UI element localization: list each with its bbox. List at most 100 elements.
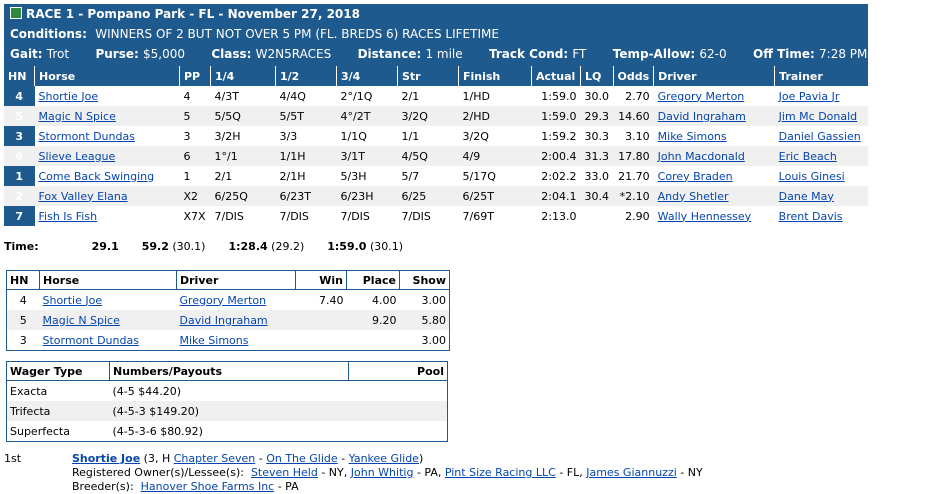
cell-pp: X7X <box>183 209 206 223</box>
pay-cell-place <box>347 330 400 351</box>
horse-link[interactable]: Come Back Swinging <box>39 170 155 183</box>
driver-link[interactable]: Gregory Merton <box>658 90 745 103</box>
horse-link[interactable]: Magic N Spice <box>39 110 116 123</box>
cell-odds: 21.70 <box>618 169 650 183</box>
dam-link[interactable]: On The Glide <box>266 452 337 465</box>
cell-q1: 6/25Q <box>210 186 276 206</box>
cell-q1: 3/2H <box>214 129 241 143</box>
winner-horse-link[interactable]: Shortie Joe <box>72 452 140 465</box>
cell-odds: 2.70 <box>625 89 650 103</box>
horse-link[interactable]: Shortie Joe <box>39 90 99 103</box>
results-row: 7 Fish Is Fish X7X 7/DIS 7/DIS 7/DIS 7/DIS 7/69… <box>4 206 868 226</box>
owner-link[interactable]: Steven Held <box>251 466 318 479</box>
cell-horse: Magic N Spice <box>34 106 180 126</box>
cell-q3: 5/3H <box>340 169 367 183</box>
trainer-link[interactable]: Louis Ginesi <box>779 170 845 183</box>
horse-link[interactable]: Shortie Joe <box>43 294 103 307</box>
damsire-link[interactable]: Yankee Glide <box>349 452 419 465</box>
pay-col-driver: Driver <box>176 270 296 290</box>
results-row: 3 Stormont Dundas 3 3/2H 3/3 1/1Q 1/1 3/2Q 1:59.… <box>4 126 868 146</box>
horse-link[interactable]: Magic N Spice <box>43 314 120 327</box>
cell-horse: Fox Valley Elana <box>34 186 180 206</box>
col-trainer: Trainer <box>774 66 868 86</box>
time-final-split: (30.1) <box>369 240 404 253</box>
cell-lq: 29.3 <box>580 106 613 126</box>
cell-pp: 3 <box>183 129 191 143</box>
conditions-line: Conditions: WINNERS OF 2 BUT NOT OVER 5 … <box>10 27 499 41</box>
breeder-link[interactable]: Hanover Shoe Farms Inc <box>141 480 275 493</box>
time-three-quarter: 1:28.4 <box>228 240 268 253</box>
trainer-link[interactable]: Eric Beach <box>779 150 837 163</box>
owner-link[interactable]: John Whitig <box>351 466 414 479</box>
pay-cell-horse: Magic N Spice <box>39 310 177 330</box>
pay-col-hn: HN <box>6 270 40 290</box>
winner-line: 1st Shortie Joe (3, H Chapter Seven - On … <box>4 452 424 465</box>
cell-q2: 3/3 <box>279 129 298 143</box>
horse-link[interactable]: Stormont Dundas <box>39 130 135 143</box>
driver-link[interactable]: Wally Hennessey <box>658 210 752 223</box>
cell-trainer: Louis Ginesi <box>775 166 868 186</box>
trainer-link[interactable]: Jim Mc Donald <box>779 110 858 123</box>
owners-label: Registered Owner(s)/Lessee(s): <box>72 466 244 479</box>
sire-link[interactable]: Chapter Seven <box>174 452 255 465</box>
cell-q3: 4°/2T <box>336 106 398 126</box>
wager-cell-payout: (4-5-3 $149.20) <box>109 401 349 421</box>
cell-lq: 31.3 <box>580 146 613 166</box>
wagers-table: Wager Type Numbers/Payouts Pool Exacta (4… <box>6 361 448 442</box>
driver-link[interactable]: Corey Braden <box>658 170 733 183</box>
cell-hn: 7 <box>4 206 35 226</box>
cell-trainer: Dane May <box>774 186 868 206</box>
results-row: 6 Slieve League 6 1°/1 1/1H 3/1T 4/5Q 4/9 2:00.4… <box>4 146 868 166</box>
cell-pp: 4 <box>183 89 191 103</box>
cell-actual: 1:59.0 <box>541 89 577 103</box>
cell-hn: 1 <box>4 166 35 186</box>
wager-cell-pool <box>349 381 448 402</box>
flag-icon <box>10 7 22 19</box>
driver-link[interactable]: John Macdonald <box>658 150 745 163</box>
cell-finish: 1/HD <box>462 89 490 103</box>
cell-pp: 5 <box>179 106 211 126</box>
pay-cell-place: 4.00 <box>372 293 397 307</box>
cell-q3: 6/23H <box>336 186 398 206</box>
race-details-line: Gait: Trot Purse: $5,000 Class: W2N5RACE… <box>10 47 868 61</box>
cell-driver: Wally Hennessey <box>654 206 775 226</box>
horse-link[interactable]: Stormont Dundas <box>43 334 139 347</box>
driver-link[interactable]: Gregory Merton <box>180 294 267 307</box>
breeder-label: Breeder(s): <box>72 480 134 493</box>
trainer-link[interactable]: Joe Pavia Jr <box>779 90 840 103</box>
driver-link[interactable]: Mike Simons <box>180 334 249 347</box>
driver-link[interactable]: David Ingraham <box>658 110 746 123</box>
cell-pp: 6 <box>179 146 211 166</box>
cell-q2: 1/1H <box>275 146 337 166</box>
cell-horse: Slieve League <box>34 146 180 166</box>
driver-link[interactable]: David Ingraham <box>180 314 268 327</box>
results-header-row: HN Horse PP 1/4 1/2 3/4 Str Finish Actua… <box>4 66 868 86</box>
cell-q3: 7/DIS <box>340 209 370 223</box>
pay-cell-win <box>296 330 347 351</box>
breeder-line: Breeder(s): Hanover Shoe Farms Inc - PA <box>4 480 703 494</box>
cell-actual: 1:59.0 <box>531 106 581 126</box>
cell-driver: Andy Shetler <box>653 186 775 206</box>
cell-horse: Come Back Swinging <box>35 166 180 186</box>
pay-cell-driver: Mike Simons <box>177 330 296 351</box>
owner-link[interactable]: Pint Size Racing LLC <box>445 466 556 479</box>
trainer-link[interactable]: Daniel Gassien <box>779 130 861 143</box>
pay-col-horse: Horse <box>39 270 177 290</box>
horse-link[interactable]: Fish Is Fish <box>39 210 98 223</box>
trainer-link[interactable]: Dane May <box>779 190 834 203</box>
driver-link[interactable]: Andy Shetler <box>658 190 729 203</box>
fractional-times: Time: 29.1 59.2 (30.1) 1:28.4 (29.2) 1:5… <box>4 240 403 253</box>
time-quarter: 29.1 <box>91 240 119 253</box>
pay-cell-driver: Gregory Merton <box>177 290 296 311</box>
owner-location: - NY <box>680 466 703 479</box>
horse-link[interactable]: Slieve League <box>39 150 116 163</box>
col-odds: Odds <box>613 66 655 86</box>
horse-link[interactable]: Fox Valley Elana <box>39 190 128 203</box>
trainer-link[interactable]: Brent Davis <box>779 210 843 223</box>
wager-cell-type: Superfecta <box>10 424 70 438</box>
cell-str: 4/5Q <box>397 146 459 166</box>
driver-link[interactable]: Mike Simons <box>658 130 727 143</box>
wager-cell-type: Trifecta <box>6 401 110 421</box>
results-row: 1 Come Back Swinging 1 2/1 2/1H 5/3H 5/7 5/17Q 2… <box>4 166 868 186</box>
owner-link[interactable]: James Giannuzzi <box>586 466 677 479</box>
